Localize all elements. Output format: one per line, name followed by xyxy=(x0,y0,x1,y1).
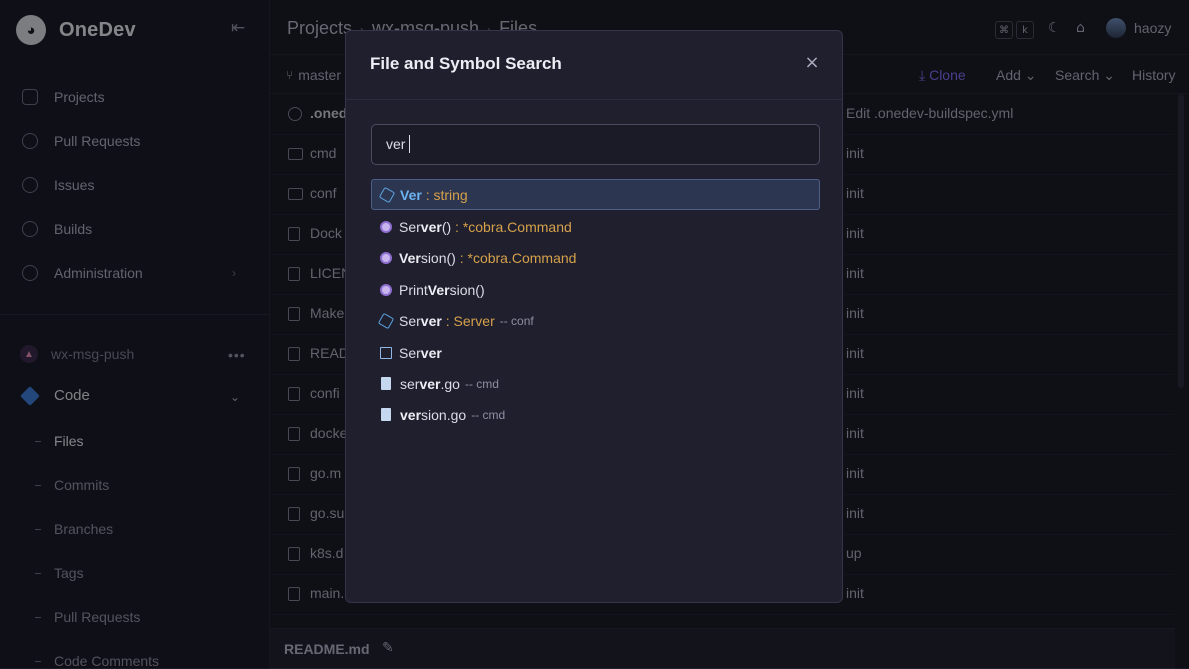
result-type: : *cobra.Command xyxy=(459,249,577,266)
result-type: : Server xyxy=(445,312,495,329)
result-suffix: sion.go xyxy=(421,406,467,423)
search-result-item[interactable]: Ser ver : Server -- conf xyxy=(371,305,820,336)
result-match: Ver xyxy=(399,249,421,266)
result-prefix: Ser xyxy=(399,312,421,329)
result-match: ver xyxy=(420,218,442,235)
result-prefix: Ser xyxy=(399,218,421,235)
result-match: Ver xyxy=(400,186,422,203)
search-result-item[interactable]: Ver : string xyxy=(371,179,820,210)
method-symbol-icon xyxy=(380,251,392,264)
search-result-item[interactable]: Print Ver sion() xyxy=(371,274,820,305)
search-result-item[interactable]: Ser ver xyxy=(371,337,820,368)
result-prefix: Ser xyxy=(399,344,421,361)
field-symbol-icon xyxy=(377,312,395,329)
search-result-item[interactable]: ver sion.go -- cmd xyxy=(371,399,820,430)
result-prefix: Print xyxy=(399,281,428,298)
dialog-title: File and Symbol Search xyxy=(370,54,562,73)
search-result-item[interactable]: ser ver .go -- cmd xyxy=(371,368,820,399)
dialog-header: File and Symbol Search × xyxy=(346,31,842,100)
result-match: Ver xyxy=(427,281,450,298)
text-caret xyxy=(409,135,410,153)
result-match: ver xyxy=(420,344,442,361)
result-prefix: ser xyxy=(400,375,420,392)
method-symbol-icon xyxy=(380,283,392,296)
search-input[interactable] xyxy=(386,136,786,152)
search-box[interactable] xyxy=(371,124,820,165)
file-symbol-search-dialog: File and Symbol Search × Ver : string Se… xyxy=(345,30,843,603)
result-match: ver xyxy=(419,375,441,392)
result-scope: -- cmd xyxy=(471,407,506,422)
field-symbol-icon xyxy=(378,186,396,203)
result-match: ver xyxy=(420,312,442,329)
result-type: : string xyxy=(425,186,468,203)
search-result-item[interactable]: Ser ver() : *cobra.Command xyxy=(371,211,820,242)
result-suffix: sion() xyxy=(449,281,485,298)
struct-symbol-icon xyxy=(380,346,392,359)
file-icon xyxy=(381,377,391,390)
result-suffix: .go xyxy=(440,375,460,392)
close-icon[interactable]: × xyxy=(804,54,820,72)
result-suffix: () xyxy=(441,218,452,235)
result-match: ver xyxy=(400,406,422,423)
result-type: : *cobra.Command xyxy=(455,218,572,235)
method-symbol-icon xyxy=(380,220,392,233)
search-result-item[interactable]: Ver sion() : *cobra.Command xyxy=(371,242,820,273)
file-icon xyxy=(381,408,391,421)
result-scope: -- cmd xyxy=(464,376,499,391)
result-scope: -- conf xyxy=(499,313,534,328)
result-suffix: sion() xyxy=(420,249,456,266)
